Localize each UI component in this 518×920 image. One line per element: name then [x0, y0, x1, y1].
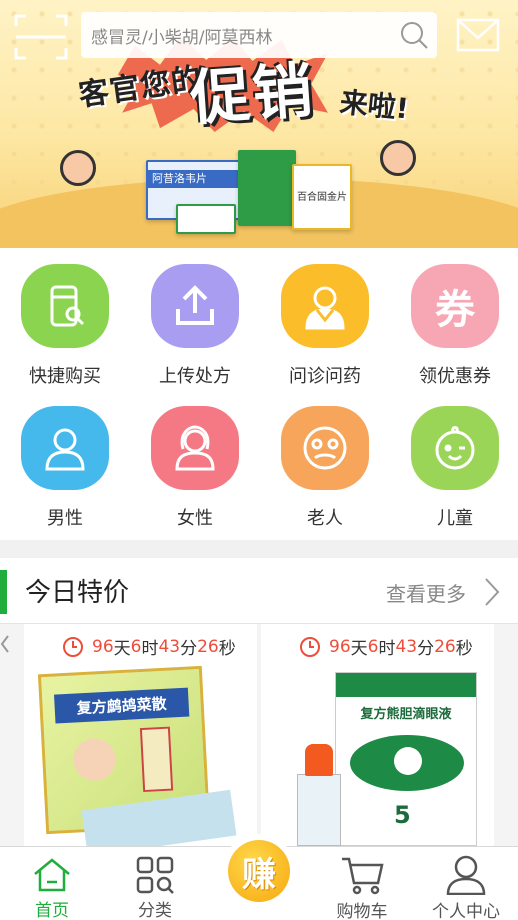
- earn-button[interactable]: 赚: [222, 834, 296, 908]
- quick-action-label: 男性: [47, 508, 83, 529]
- tab-profile[interactable]: 个人中心: [416, 847, 516, 920]
- carousel-prev-icon[interactable]: [0, 632, 10, 656]
- coupon-glyph: 券: [435, 287, 475, 333]
- tab-category[interactable]: 分类: [105, 847, 205, 920]
- upload-icon: [151, 264, 239, 348]
- timer-days-unit: 天: [350, 639, 368, 659]
- tab-cart[interactable]: 购物车: [312, 847, 412, 920]
- deal-card[interactable]: 96 天 6 时 43 分 26 秒 复方鹧鸪菜散: [24, 624, 257, 846]
- cart-icon: [340, 855, 384, 895]
- product-volume: 5: [394, 801, 411, 829]
- coupon-icon: 券: [411, 264, 499, 348]
- quick-action-female[interactable]: 女性: [130, 390, 260, 530]
- clock-icon: [63, 636, 83, 657]
- deals-accent-bar: [0, 570, 7, 614]
- deal-card[interactable]: 96 天 6 时 43 分 26 秒 复方熊胆滴眼液 5: [261, 624, 494, 846]
- quick-action-label: 快捷购买: [29, 366, 101, 387]
- quick-action-fast-buy[interactable]: 快捷购买: [0, 248, 130, 388]
- mail-icon: [456, 18, 500, 52]
- timer-hours: 6: [130, 636, 142, 657]
- timer-seconds: 26: [197, 636, 219, 657]
- quick-action-label: 老人: [307, 508, 343, 529]
- deals-more-link[interactable]: 查看更多: [386, 578, 466, 607]
- box-top-stripe: [336, 673, 476, 697]
- timer-days: 96: [329, 636, 351, 657]
- phone-search-icon: [21, 264, 109, 348]
- tab-profile-label: 个人中心: [432, 902, 500, 920]
- eye-pupil: [394, 747, 422, 775]
- timer-seconds-unit: 秒: [455, 639, 473, 659]
- quick-action-elder[interactable]: 老人: [260, 390, 390, 530]
- tab-cart-label: 购物车: [336, 902, 388, 920]
- chevron-right-icon[interactable]: [482, 576, 502, 608]
- medicine-box-label: 阿昔洛韦片: [148, 170, 252, 188]
- deals-header: 今日特价 查看更多: [0, 558, 518, 624]
- medicine-box-label-b: 百合固金片: [297, 192, 347, 203]
- quick-action-label: 女性: [177, 508, 213, 529]
- timer-hours-unit: 时: [378, 639, 396, 659]
- timer-seconds-unit: 秒: [218, 639, 236, 659]
- label-panel: [139, 726, 174, 793]
- dropper-bottle: [297, 774, 341, 846]
- baby-figure: [72, 737, 117, 782]
- earn-label: 赚: [242, 854, 276, 895]
- earn-coin-icon: 赚: [228, 840, 290, 902]
- deals-title: 今日特价: [25, 578, 130, 608]
- countdown-timer: 96 天 6 时 43 分 26 秒: [62, 634, 236, 659]
- man-icon: [21, 406, 109, 490]
- timer-minutes-unit: 分: [417, 639, 435, 659]
- user-icon: [446, 855, 486, 895]
- section-divider: [0, 540, 518, 558]
- cartoon-person-right: [380, 140, 416, 176]
- category-grid-icon: [136, 855, 174, 894]
- tab-category-label: 分类: [138, 901, 172, 920]
- dropper-cap: [305, 744, 333, 776]
- timer-minutes: 43: [395, 636, 418, 657]
- elder-icon: [281, 406, 369, 490]
- tab-home[interactable]: 首页: [2, 847, 102, 920]
- quick-action-label: 上传处方: [159, 366, 231, 387]
- timer-seconds: 26: [434, 636, 456, 657]
- search-placeholder: 感冒灵/小柴胡/阿莫西林: [91, 27, 273, 48]
- medicine-box-baihe: 百合固金片: [292, 164, 352, 230]
- timer-minutes: 43: [158, 636, 181, 657]
- timer-days-unit: 天: [113, 639, 131, 659]
- home-icon: [32, 855, 72, 894]
- product-name-1: 复方鹧鸪菜散: [54, 687, 190, 724]
- quick-action-male[interactable]: 男性: [0, 390, 130, 530]
- doctor-icon: [281, 264, 369, 348]
- scan-icon: [14, 14, 68, 60]
- product-name-2: 复方熊胆滴眼液: [360, 707, 452, 722]
- child-icon: [411, 406, 499, 490]
- quick-action-label: 儿童: [437, 508, 473, 529]
- message-button[interactable]: [456, 16, 500, 56]
- countdown-timer: 96 天 6 时 43 分 26 秒: [299, 634, 473, 659]
- quick-action-label: 领优惠券: [419, 366, 491, 387]
- promo-text-c: 来啦!: [338, 85, 411, 126]
- quick-action-consult[interactable]: 问诊问药: [260, 248, 390, 388]
- deals-carousel[interactable]: 96 天 6 时 43 分 26 秒 复方鹧鸪菜散 96 天 6 时 43 分 26 秒 复方熊胆滴眼液 5: [0, 624, 518, 846]
- search-bar[interactable]: 感冒灵/小柴胡/阿莫西林: [81, 12, 437, 58]
- product-image-2: 复方熊胆滴眼液 5: [335, 672, 477, 846]
- medicine-box-green: [176, 204, 236, 234]
- quick-action-child[interactable]: 儿童: [390, 390, 518, 530]
- woman-icon: [151, 406, 239, 490]
- timer-minutes-unit: 分: [180, 639, 198, 659]
- quick-action-label: 问诊问药: [289, 366, 361, 387]
- quick-action-coupon[interactable]: 券 领优惠券: [390, 248, 518, 388]
- clock-icon: [300, 636, 320, 657]
- quick-action-upload[interactable]: 上传处方: [130, 248, 260, 388]
- timer-days: 96: [92, 636, 114, 657]
- cartoon-person-left: [60, 150, 96, 186]
- timer-hours-unit: 时: [141, 639, 159, 659]
- medicine-box-tall: [238, 150, 296, 226]
- search-icon[interactable]: [391, 12, 437, 58]
- tab-home-label: 首页: [35, 901, 69, 920]
- timer-hours: 6: [367, 636, 379, 657]
- quick-actions-grid: 快捷购买 上传处方 问诊问药 券 领优惠券 男性 女性 老人 儿童: [0, 248, 518, 540]
- scan-button[interactable]: [12, 12, 70, 62]
